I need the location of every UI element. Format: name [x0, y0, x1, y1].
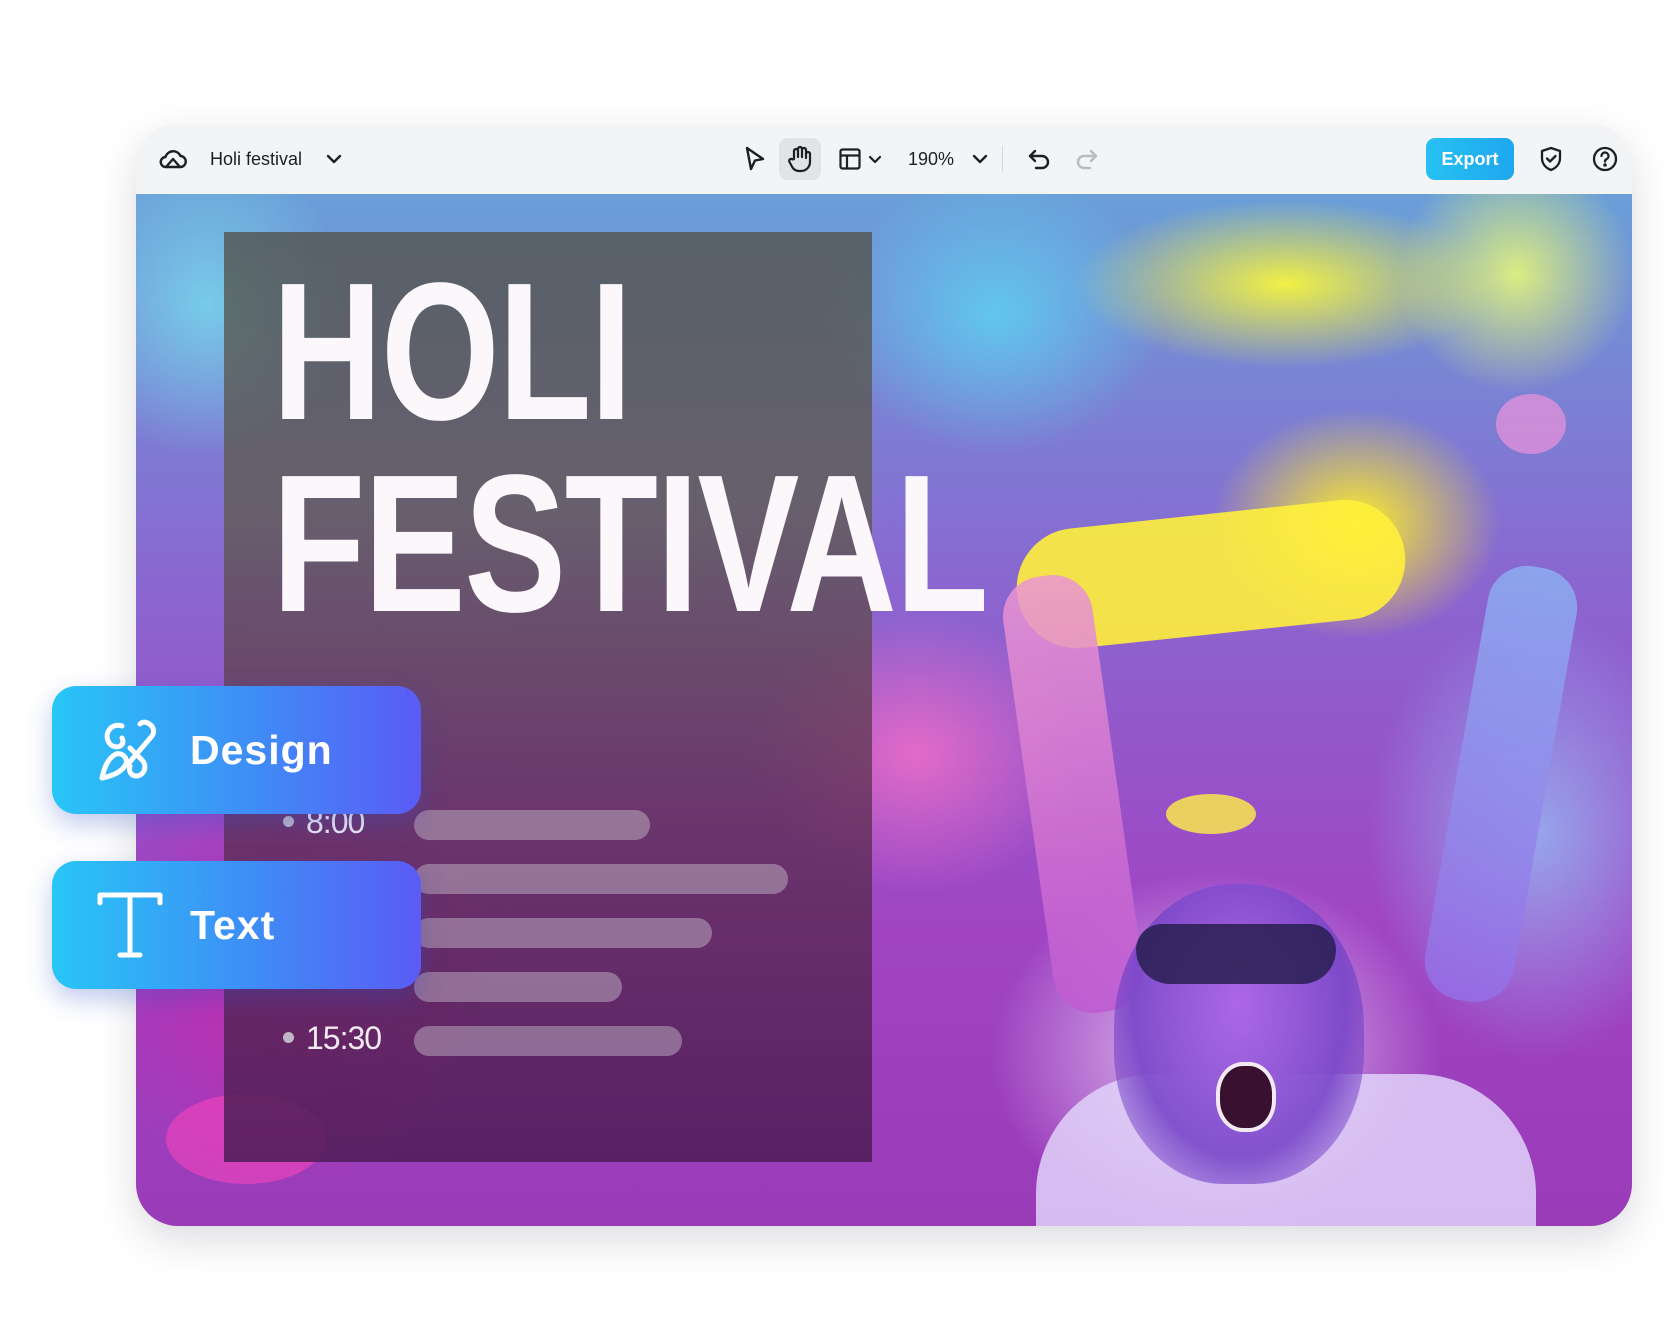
- text-card-label: Text: [190, 902, 276, 948]
- export-button[interactable]: Export: [1426, 138, 1514, 180]
- agenda-placeholder-bar[interactable]: [414, 972, 622, 1002]
- editor-window: Holi festival 190% Export HOLI FESTIVAL …: [136, 124, 1632, 1226]
- shouting-mouth: [1216, 1062, 1276, 1132]
- agenda-bullet: [283, 1032, 294, 1043]
- headline-line-1: HOLI: [272, 242, 633, 461]
- chevron-down-icon[interactable]: [324, 149, 344, 169]
- powder-splash: [1496, 394, 1566, 454]
- design-card-label: Design: [190, 727, 333, 773]
- text-tool-icon: [94, 889, 166, 961]
- hand-icon[interactable]: [779, 138, 821, 180]
- document-title[interactable]: Holi festival: [210, 124, 302, 194]
- redo-icon[interactable]: [1072, 144, 1102, 174]
- brush-icon: [94, 714, 166, 786]
- layout-icon[interactable]: [836, 145, 864, 173]
- cloud-icon[interactable]: [158, 144, 188, 174]
- headline-line-2: FESTIVAL: [272, 434, 989, 653]
- chevron-down-icon[interactable]: [970, 149, 990, 169]
- top-toolbar: Holi festival 190% Export: [136, 124, 1632, 195]
- chevron-down-icon[interactable]: [866, 150, 884, 168]
- powder-splash: [1166, 794, 1256, 834]
- select-pointer-icon[interactable]: [740, 144, 770, 174]
- design-card[interactable]: Design: [52, 686, 421, 814]
- agenda-placeholder-bar[interactable]: [414, 864, 788, 894]
- agenda-time[interactable]: 15:30: [306, 1020, 382, 1057]
- sunglasses: [1136, 924, 1336, 984]
- poster-headline[interactable]: HOLI FESTIVAL: [272, 254, 989, 642]
- agenda-placeholder-bar[interactable]: [414, 918, 712, 948]
- shield-check-icon[interactable]: [1536, 144, 1566, 174]
- agenda-placeholder-bar[interactable]: [414, 1026, 682, 1056]
- zoom-level[interactable]: 190%: [908, 124, 954, 194]
- agenda-bullet: [283, 816, 294, 827]
- help-icon[interactable]: [1590, 144, 1620, 174]
- agenda-placeholder-bar[interactable]: [414, 810, 650, 840]
- undo-icon[interactable]: [1024, 144, 1054, 174]
- text-card[interactable]: Text: [52, 861, 421, 989]
- raised-arm: [1418, 559, 1584, 1009]
- toolbar-divider: [1002, 146, 1003, 172]
